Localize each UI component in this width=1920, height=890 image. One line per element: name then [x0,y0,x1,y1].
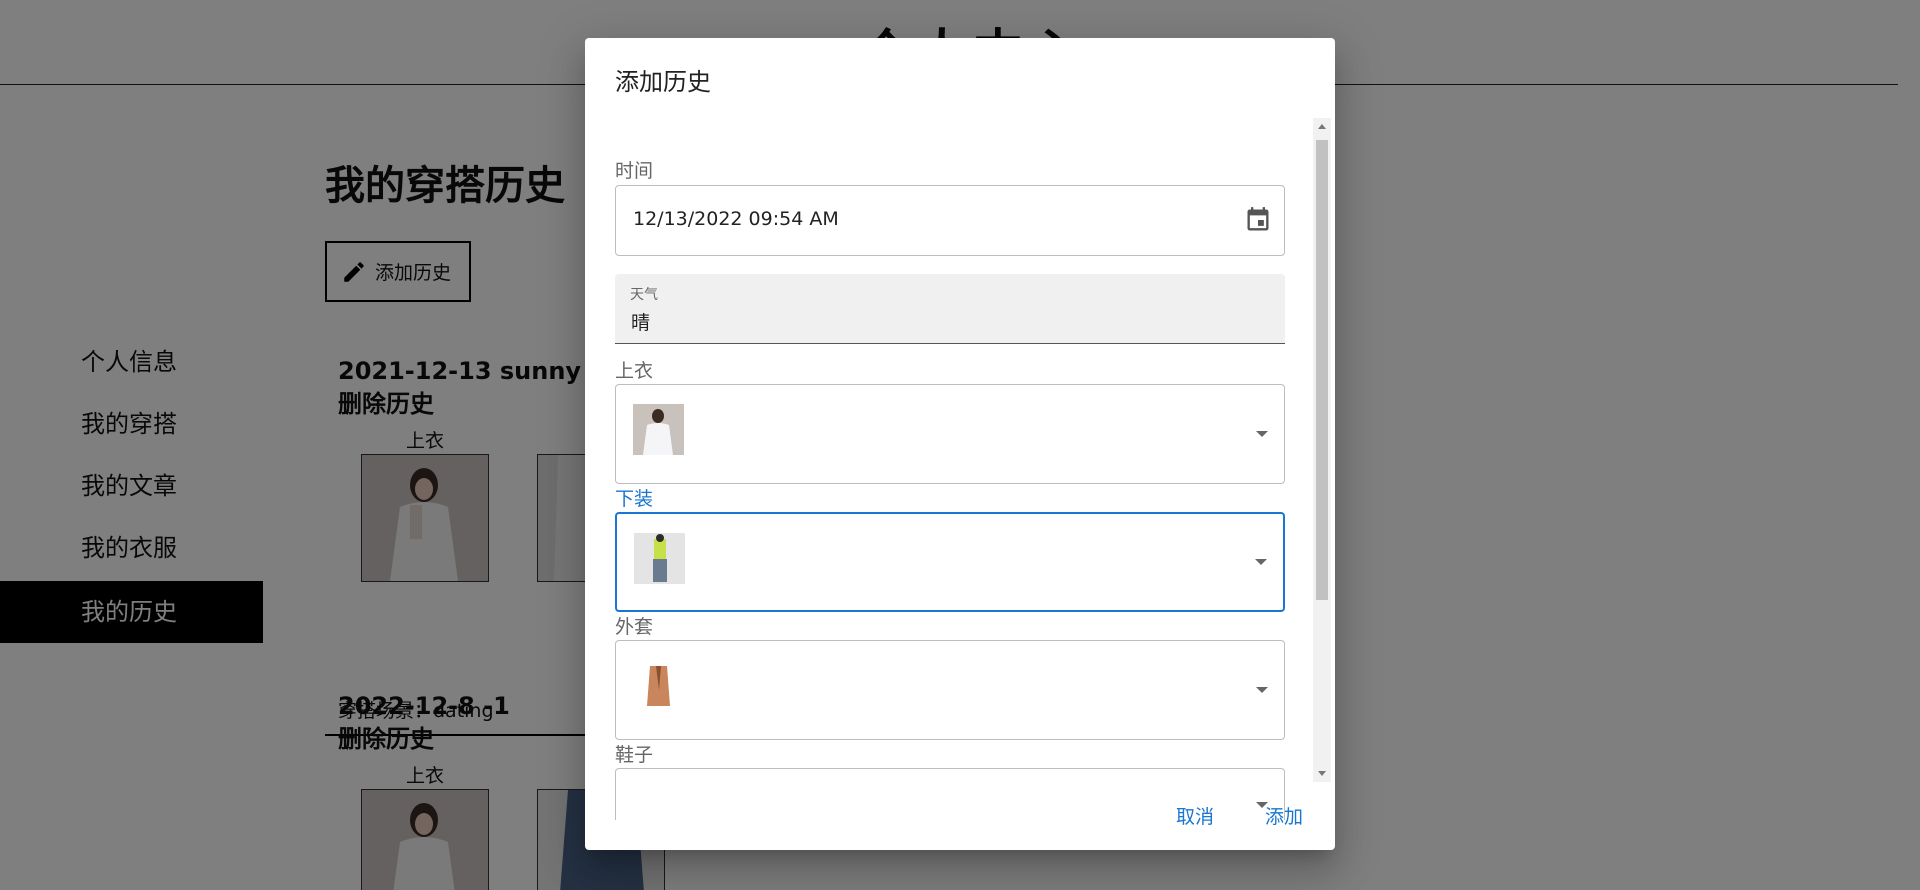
chevron-down-icon [1256,431,1268,437]
scroll-down-arrow-icon[interactable] [1318,771,1326,776]
chevron-down-icon [1255,559,1267,565]
top-selected-thumbnail [633,404,684,455]
chevron-down-icon [1256,687,1268,693]
dialog-scrollbar[interactable] [1313,118,1331,782]
calendar-icon[interactable] [1244,206,1272,234]
add-history-dialog: 添加历史 时间 12/13/2022 09:54 AM 天气 晴 上衣 下装 外… [585,38,1335,850]
bottom-select[interactable] [615,512,1285,612]
outer-selected-thumbnail [633,660,684,711]
weather-label: 天气 [630,287,658,303]
cancel-button[interactable]: 取消 [1176,802,1214,829]
dialog-title: 添加历史 [615,68,711,96]
shoes-select-label: 鞋子 [615,744,654,766]
outer-select-label: 外套 [615,616,654,638]
dialog-form: 时间 12/13/2022 09:54 AM 天气 晴 上衣 下装 外套 鞋子 [615,118,1305,820]
time-value: 12/13/2022 09:54 AM [633,208,839,230]
scroll-up-arrow-icon[interactable] [1318,124,1326,129]
scroll-thumb[interactable] [1316,140,1328,600]
bottom-select-label: 下装 [615,488,654,510]
bottom-selected-thumbnail [634,533,685,584]
top-select[interactable] [615,384,1285,484]
outer-select[interactable] [615,640,1285,740]
time-label: 时间 [615,160,654,182]
time-picker-field[interactable]: 12/13/2022 09:54 AM [615,185,1285,256]
add-button[interactable]: 添加 [1265,802,1303,829]
weather-field[interactable]: 天气 晴 [615,274,1285,344]
top-select-label: 上衣 [615,360,654,382]
weather-value: 晴 [631,312,651,334]
